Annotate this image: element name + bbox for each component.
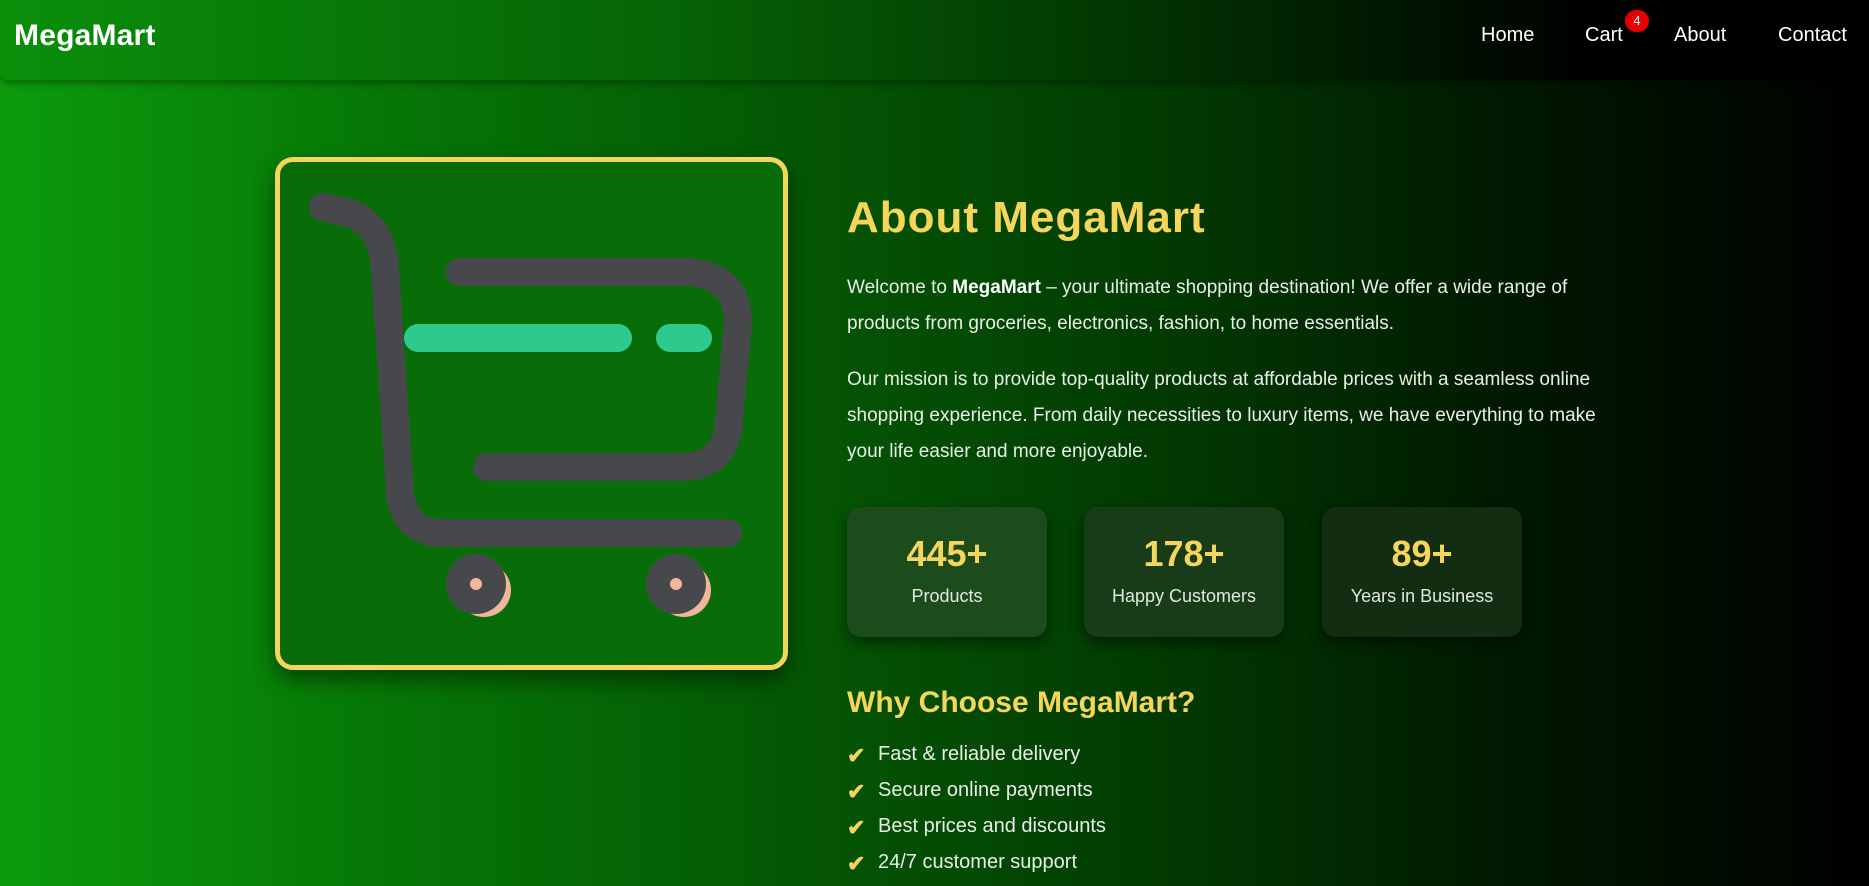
stat-value: 445+ xyxy=(906,533,988,574)
nav-link-about[interactable]: About xyxy=(1674,24,1726,47)
stat-card-years: 89+ Years in Business xyxy=(1322,507,1522,637)
nav-link-contact[interactable]: Contact xyxy=(1778,24,1847,47)
checkmark-icon: ✔ xyxy=(847,815,866,840)
stat-label: Happy Customers xyxy=(1111,586,1257,606)
shopping-cart-icon xyxy=(309,193,752,617)
stat-value: 89+ xyxy=(1391,533,1453,574)
checkmark-icon: ✔ xyxy=(847,779,866,804)
why-choose-title: Why Choose MegaMart? xyxy=(847,686,1196,719)
cart-count-badge: 4 xyxy=(1625,10,1649,32)
nav-link-cart[interactable]: Cart xyxy=(1585,24,1623,47)
stat-label: Products xyxy=(911,586,983,606)
stat-label: Years in Business xyxy=(1350,586,1494,606)
mission-paragraph: Our mission is to provide top-quality pr… xyxy=(847,369,1596,462)
nav-link-home[interactable]: Home xyxy=(1481,24,1534,47)
intro-brand-name: MegaMart xyxy=(952,277,1041,298)
stat-card-customers: 178+ Happy Customers xyxy=(1084,507,1284,637)
about-title: About MegaMart xyxy=(847,193,1206,242)
list-item: ✔ Best prices and discounts xyxy=(847,808,1106,844)
list-item: ✔ Secure online payments xyxy=(847,772,1106,808)
checkmark-icon: ✔ xyxy=(847,743,866,768)
stat-value: 178+ xyxy=(1143,533,1225,574)
brand-logo[interactable]: MegaMart xyxy=(14,19,156,53)
checkmark-icon: ✔ xyxy=(847,851,866,876)
navbar: MegaMart Home Cart 4 About Contact xyxy=(0,0,1869,80)
intro-paragraph: Welcome to MegaMart – your ultimate shop… xyxy=(847,277,1568,334)
list-item: ✔ Fast & reliable delivery xyxy=(847,736,1106,772)
stat-card-products: 445+ Products xyxy=(847,507,1047,637)
hero-image xyxy=(275,157,788,670)
feature-list: ✔ Fast & reliable delivery ✔ Secure online… xyxy=(847,736,1106,880)
list-item: ✔ 24/7 customer support xyxy=(847,844,1106,880)
